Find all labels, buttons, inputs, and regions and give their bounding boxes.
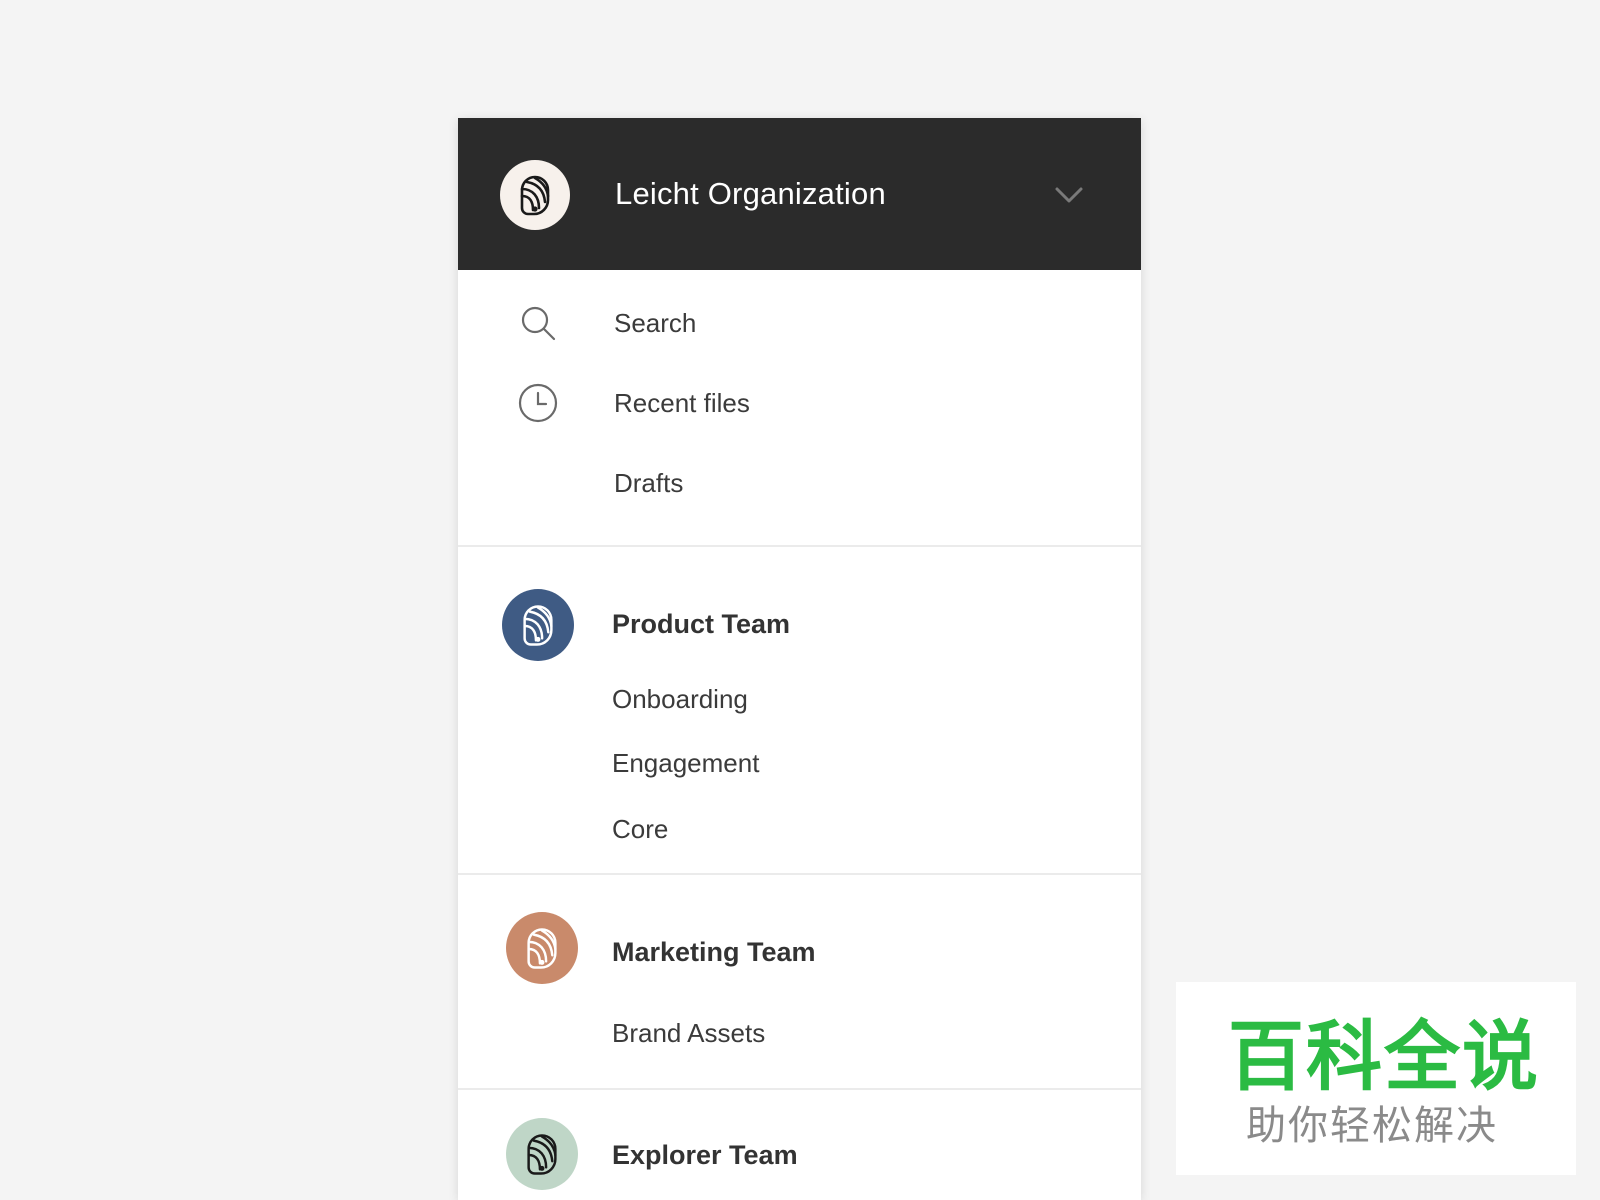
organization-switcher[interactable]: Leicht Organization (458, 118, 1141, 270)
team-section-explorer: Explorer Team (458, 1090, 1141, 1200)
team-name[interactable]: Explorer Team (612, 1140, 798, 1171)
nav-item-label: Drafts (614, 468, 684, 498)
nav-item-drafts[interactable]: Drafts (458, 448, 1141, 518)
nav-item-label: Recent files (614, 388, 750, 418)
watermark-title: 百科全说 (1228, 1015, 1540, 1100)
team-logo-icon (502, 589, 574, 661)
team-name[interactable]: Marketing Team (612, 937, 816, 968)
clock-icon (518, 383, 558, 423)
project-item[interactable]: Engagement (612, 748, 759, 779)
organization-name: Leicht Organization (615, 176, 886, 211)
chevron-down-icon[interactable] (1054, 180, 1084, 210)
team-section-product: Product Team Onboarding Engagement Core (458, 547, 1141, 873)
team-name[interactable]: Product Team (612, 609, 790, 640)
team-section-marketing: Marketing Team Brand Assets (458, 875, 1141, 1088)
project-item[interactable]: Core (612, 814, 668, 845)
sidebar-panel: Leicht Organization Search Recent files … (458, 118, 1141, 1200)
project-item[interactable]: Onboarding (612, 684, 748, 715)
search-icon (518, 303, 558, 343)
organization-logo-icon (500, 160, 570, 230)
team-logo-icon (506, 1118, 578, 1190)
nav-item-recent-files[interactable]: Recent files (458, 368, 1141, 438)
project-item[interactable]: Brand Assets (612, 1018, 765, 1049)
watermark-subtitle: 助你轻松解决 (1246, 1104, 1498, 1148)
watermark: 百科全说 助你轻松解决 (1176, 982, 1576, 1175)
nav-item-label: Search (614, 308, 697, 338)
team-logo-icon (506, 912, 578, 984)
nav-item-search[interactable]: Search (458, 288, 1141, 358)
